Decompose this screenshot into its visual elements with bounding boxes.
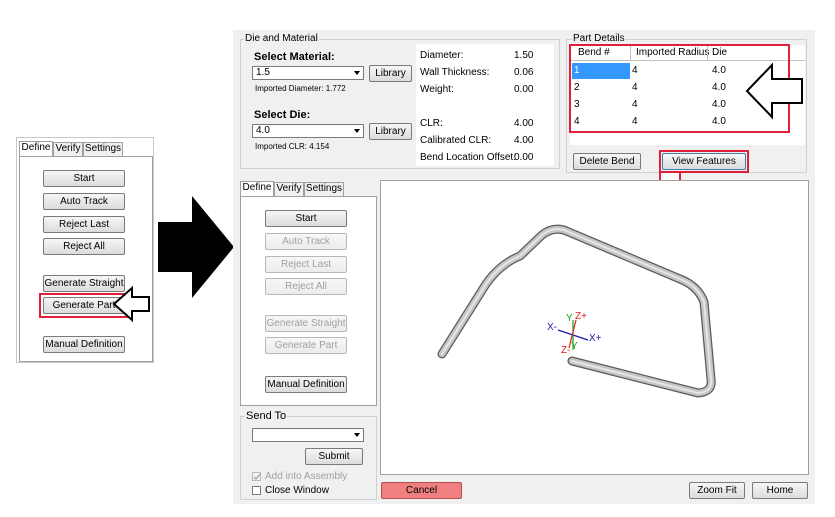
die-library-button[interactable]: Library xyxy=(369,123,412,140)
main-tab-settings[interactable]: Settings xyxy=(304,182,344,196)
chevron-down-icon xyxy=(354,433,360,437)
add-into-assembly-label: Add into Assembly xyxy=(265,471,348,482)
small-reject-all-button[interactable]: Reject All xyxy=(43,238,125,255)
imported-clr-text: Imported CLR: 4.154 xyxy=(255,142,330,151)
small-tabbar: Define Verify Settings xyxy=(19,141,149,156)
pointer-arrow-left-icon xyxy=(112,285,150,323)
axis-y-bottom-label: Y xyxy=(571,341,578,352)
small-start-button[interactable]: Start xyxy=(43,170,125,187)
axis-z-plus-label: Z+ xyxy=(575,311,587,322)
prop-weight-value: 0.00 xyxy=(514,84,534,95)
prop-diameter-value: 1.50 xyxy=(514,50,534,61)
main-manual-definition-button[interactable]: Manual Definition xyxy=(265,376,347,393)
submit-button[interactable]: Submit xyxy=(305,448,363,465)
cancel-button[interactable]: Cancel xyxy=(381,482,462,499)
select-material-label: Select Material: xyxy=(254,51,335,63)
axis-z-minus-label: Z- xyxy=(561,345,571,356)
main-tab-verify[interactable]: Verify xyxy=(274,182,304,196)
small-manual-definition-button[interactable]: Manual Definition xyxy=(43,336,125,353)
main-reject-last-button[interactable]: Reject Last xyxy=(265,256,347,273)
main-tabbar: Define Verify Settings xyxy=(240,181,380,196)
main-generate-part-button[interactable]: Generate Part xyxy=(265,337,347,354)
delete-bend-button[interactable]: Delete Bend xyxy=(573,153,641,170)
main-start-button[interactable]: Start xyxy=(265,210,347,227)
small-auto-track-button[interactable]: Auto Track xyxy=(43,193,125,210)
prop-calibrated-clr-label: Calibrated CLR: xyxy=(420,135,492,146)
small-reject-last-button[interactable]: Reject Last xyxy=(43,216,125,233)
axis-y-label: Y xyxy=(566,313,573,324)
material-library-button[interactable]: Library xyxy=(369,65,412,82)
die-material-title: Die and Material xyxy=(244,33,319,44)
close-window-checkbox[interactable] xyxy=(252,486,261,495)
close-window-label: Close Window xyxy=(265,485,329,496)
send-to-title: Send To xyxy=(245,410,288,422)
prop-bend-offset-value: 0.00 xyxy=(514,152,534,163)
prop-clr-value: 4.00 xyxy=(514,118,534,129)
chevron-down-icon xyxy=(354,129,360,133)
material-properties-box xyxy=(416,44,554,166)
axis-x-minus-label: X- xyxy=(547,322,557,333)
prop-wall-thickness-value: 0.06 xyxy=(514,67,534,78)
main-generate-straight-button[interactable]: Generate Straight xyxy=(265,315,347,332)
select-die-label: Select Die: xyxy=(254,109,311,121)
big-right-arrow-icon xyxy=(158,196,234,298)
main-tab-body xyxy=(240,196,377,406)
die-select-value: 4.0 xyxy=(256,125,270,136)
material-select-value: 1.5 xyxy=(256,67,270,78)
prop-diameter-label: Diameter: xyxy=(420,50,464,61)
zoom-fit-button[interactable]: Zoom Fit xyxy=(689,482,745,499)
check-icon xyxy=(253,473,261,480)
chevron-down-icon xyxy=(354,71,360,75)
small-tab-settings[interactable]: Settings xyxy=(83,142,123,156)
small-define-panel: Define Verify Settings Start Auto Track … xyxy=(16,137,154,363)
part-details-title: Part Details xyxy=(572,33,626,44)
material-select[interactable]: 1.5 xyxy=(252,66,364,80)
prop-calibrated-clr-value: 4.00 xyxy=(514,135,534,146)
axis-x-plus-label: X+ xyxy=(589,333,602,344)
tube-part-model[interactable] xyxy=(380,180,809,475)
prop-wall-thickness-label: Wall Thickness: xyxy=(420,67,490,78)
pointer-arrow-left-icon xyxy=(745,62,803,120)
main-auto-track-button[interactable]: Auto Track xyxy=(265,233,347,250)
small-tab-verify[interactable]: Verify xyxy=(53,142,83,156)
prop-bend-offset-label: Bend Location Offset: xyxy=(420,152,516,163)
die-select[interactable]: 4.0 xyxy=(252,124,364,138)
imported-diameter-text: Imported Diameter: 1.772 xyxy=(255,84,346,93)
prop-clr-label: CLR: xyxy=(420,118,443,129)
main-tab-define[interactable]: Define xyxy=(240,181,274,196)
prop-weight-label: Weight: xyxy=(420,84,454,95)
home-button[interactable]: Home xyxy=(752,482,808,499)
main-reject-all-button[interactable]: Reject All xyxy=(265,278,347,295)
small-tab-define[interactable]: Define xyxy=(19,141,53,156)
send-to-select[interactable] xyxy=(252,428,364,442)
